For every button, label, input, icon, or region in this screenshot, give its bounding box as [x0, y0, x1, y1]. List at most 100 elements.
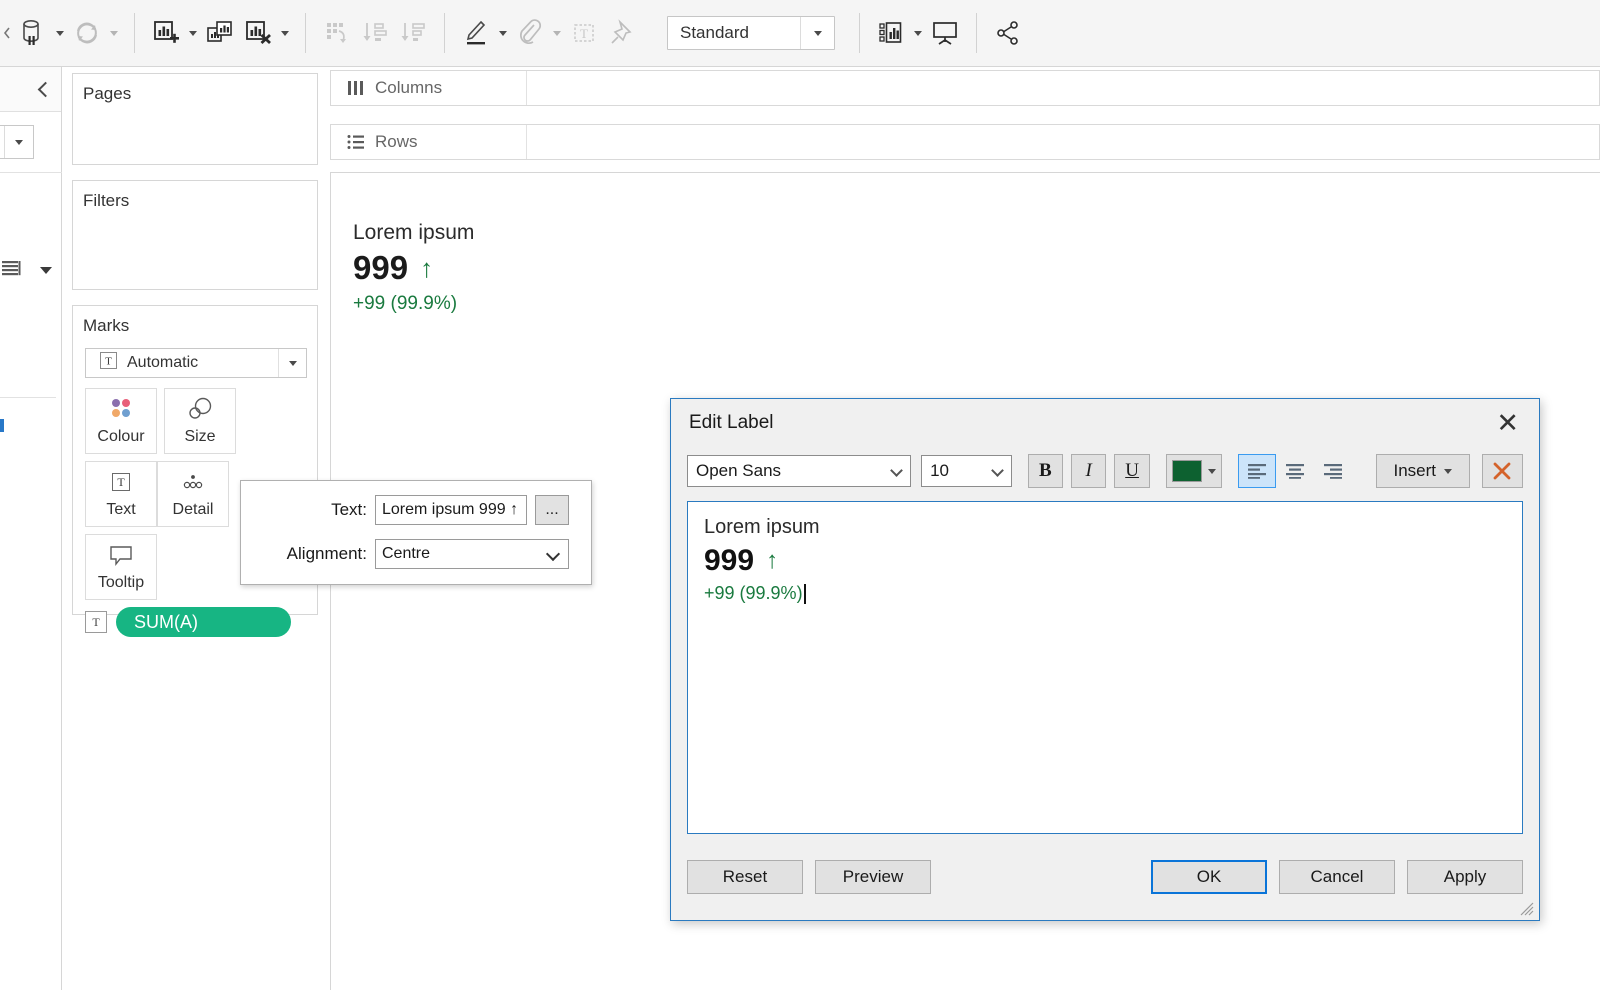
text-popup-alignment-select[interactable]: Centre — [375, 539, 569, 569]
svg-text:T: T — [580, 26, 588, 41]
cancel-button[interactable]: Cancel — [1279, 860, 1395, 894]
align-left-button[interactable] — [1238, 454, 1276, 488]
data-source-caret-icon[interactable] — [5, 126, 33, 158]
columns-shelf-label: Columns — [375, 78, 442, 98]
columns-icon — [347, 80, 365, 96]
new-worksheet-caret-icon[interactable] — [185, 14, 201, 52]
text-mark-icon: T — [100, 352, 117, 374]
text-annotation-icon[interactable]: T — [565, 14, 603, 52]
font-colour-button[interactable] — [1166, 454, 1222, 488]
back-arrow-icon[interactable] — [0, 14, 14, 52]
font-family-select[interactable]: Open Sans — [687, 455, 911, 487]
mark-type-select[interactable]: T Automatic — [85, 348, 307, 378]
toolbar-group-sheets — [147, 0, 293, 66]
italic-button[interactable]: I — [1071, 454, 1106, 488]
font-size-select[interactable]: 10 — [921, 455, 1012, 487]
text-popup-text-row: Text: Lorem ipsum 999 ↑ ... — [241, 495, 591, 525]
label-text-editor[interactable]: Lorem ipsum 999 ↑ +99 (99.9%) — [687, 501, 1523, 834]
sort-descending-icon[interactable] — [394, 14, 432, 52]
marks-tooltip-button[interactable]: Tooltip — [85, 534, 157, 600]
alignment-button-group — [1238, 454, 1352, 488]
pause-caret-icon[interactable] — [52, 14, 68, 52]
marks-detail-button[interactable]: Detail — [157, 461, 229, 527]
reset-button[interactable]: Reset — [687, 860, 803, 894]
ok-button[interactable]: OK — [1151, 860, 1267, 894]
resize-grip[interactable] — [1520, 902, 1534, 916]
text-mark-popup: Text: Lorem ipsum 999 ↑ ... Alignment: C… — [240, 480, 592, 585]
highlighter-caret-icon[interactable] — [495, 14, 511, 52]
viz-mark-label[interactable]: Lorem ipsum 999 ↑ +99 (99.9%) — [353, 221, 474, 315]
dimension-caret-icon[interactable] — [38, 262, 54, 280]
align-centre-button[interactable] — [1276, 454, 1314, 488]
detail-icon — [180, 469, 206, 495]
attach-annotation-icon[interactable] — [511, 14, 549, 52]
bold-button[interactable]: B — [1028, 454, 1063, 488]
table-list-icon[interactable] — [2, 260, 24, 283]
marks-card-title: Marks — [73, 306, 317, 336]
toolbar-divider — [976, 13, 977, 53]
fit-select-caret-icon[interactable] — [800, 17, 834, 49]
up-arrow-icon: ↑ — [420, 253, 433, 284]
clear-formatting-button[interactable] — [1482, 454, 1523, 488]
annotation-caret-icon[interactable] — [549, 14, 565, 52]
presentation-mode-icon[interactable] — [926, 14, 964, 52]
marks-size-button[interactable]: Size — [164, 388, 236, 454]
data-source-select[interactable] — [0, 125, 34, 159]
refresh-data-source-icon[interactable] — [68, 14, 106, 52]
text-cursor — [804, 584, 806, 604]
viz-label-line2-row: 999 ↑ — [353, 249, 474, 287]
show-hide-cards-icon[interactable] — [872, 14, 910, 52]
pause-data-updates-icon[interactable] — [14, 14, 52, 52]
rows-icon — [347, 134, 365, 150]
viz-label-delta: +99 (99.9%) — [353, 293, 474, 315]
collapse-chevron-icon[interactable] — [38, 81, 54, 97]
text-popup-text-input[interactable]: Lorem ipsum 999 ↑ — [375, 495, 527, 525]
rows-shelf[interactable]: Rows — [330, 124, 1600, 160]
columns-shelf[interactable]: Columns — [330, 70, 1600, 106]
pages-card[interactable]: Pages — [72, 73, 318, 165]
edit-label-titlebar: Edit Label ✕ — [671, 399, 1539, 447]
duplicate-sheet-icon[interactable] — [201, 14, 239, 52]
marks-text-label: Text — [106, 501, 135, 519]
editor-value: 999 — [704, 544, 754, 578]
marks-pill-sum-a[interactable]: SUM(A) — [116, 607, 291, 637]
chevron-down-icon — [546, 547, 560, 561]
apply-button[interactable]: Apply — [1407, 860, 1523, 894]
insert-button-label: Insert — [1393, 461, 1436, 481]
clear-sheet-icon[interactable] — [239, 14, 277, 52]
insert-button[interactable]: Insert — [1376, 454, 1470, 488]
highlighter-icon[interactable] — [457, 14, 495, 52]
up-arrow-icon: ↑ — [766, 547, 778, 575]
rows-shelf-label: Rows — [375, 132, 418, 152]
underline-button[interactable]: U — [1114, 454, 1149, 488]
editor-delta-row: +99 (99.9%) — [704, 583, 1506, 604]
filters-card-title: Filters — [73, 181, 317, 211]
fit-select[interactable]: Standard — [667, 16, 835, 50]
refresh-caret-icon[interactable] — [106, 14, 122, 52]
share-icon[interactable] — [989, 14, 1027, 52]
text-icon: T — [111, 469, 131, 495]
align-right-button[interactable] — [1314, 454, 1352, 488]
swap-rows-columns-icon[interactable] — [318, 14, 356, 52]
close-icon[interactable]: ✕ — [1492, 410, 1523, 437]
svg-text:T: T — [117, 475, 125, 489]
mark-type-caret-icon[interactable] — [278, 349, 306, 377]
sort-ascending-icon[interactable] — [356, 14, 394, 52]
show-hide-cards-caret-icon[interactable] — [910, 14, 926, 52]
editor-line2-row: 999 ↑ — [704, 544, 1506, 578]
chevron-down-icon — [890, 464, 903, 477]
preview-button[interactable]: Preview — [815, 860, 931, 894]
font-family-value: Open Sans — [696, 461, 781, 481]
new-worksheet-icon[interactable] — [147, 14, 185, 52]
marks-text-button[interactable]: T Text — [85, 461, 157, 527]
fit-select-value: Standard — [668, 23, 749, 43]
marks-tooltip-label: Tooltip — [98, 574, 144, 592]
edit-label-format-toolbar: Open Sans 10 B I U — [671, 447, 1539, 495]
toolbar-group-data — [0, 0, 122, 66]
clear-sheet-caret-icon[interactable] — [277, 14, 293, 52]
pin-icon[interactable] — [603, 14, 641, 52]
rows-shelf-label-box: Rows — [331, 125, 527, 159]
text-popup-ellipsis-button[interactable]: ... — [535, 495, 569, 525]
marks-colour-button[interactable]: Colour — [85, 388, 157, 454]
filters-card[interactable]: Filters — [72, 180, 318, 290]
